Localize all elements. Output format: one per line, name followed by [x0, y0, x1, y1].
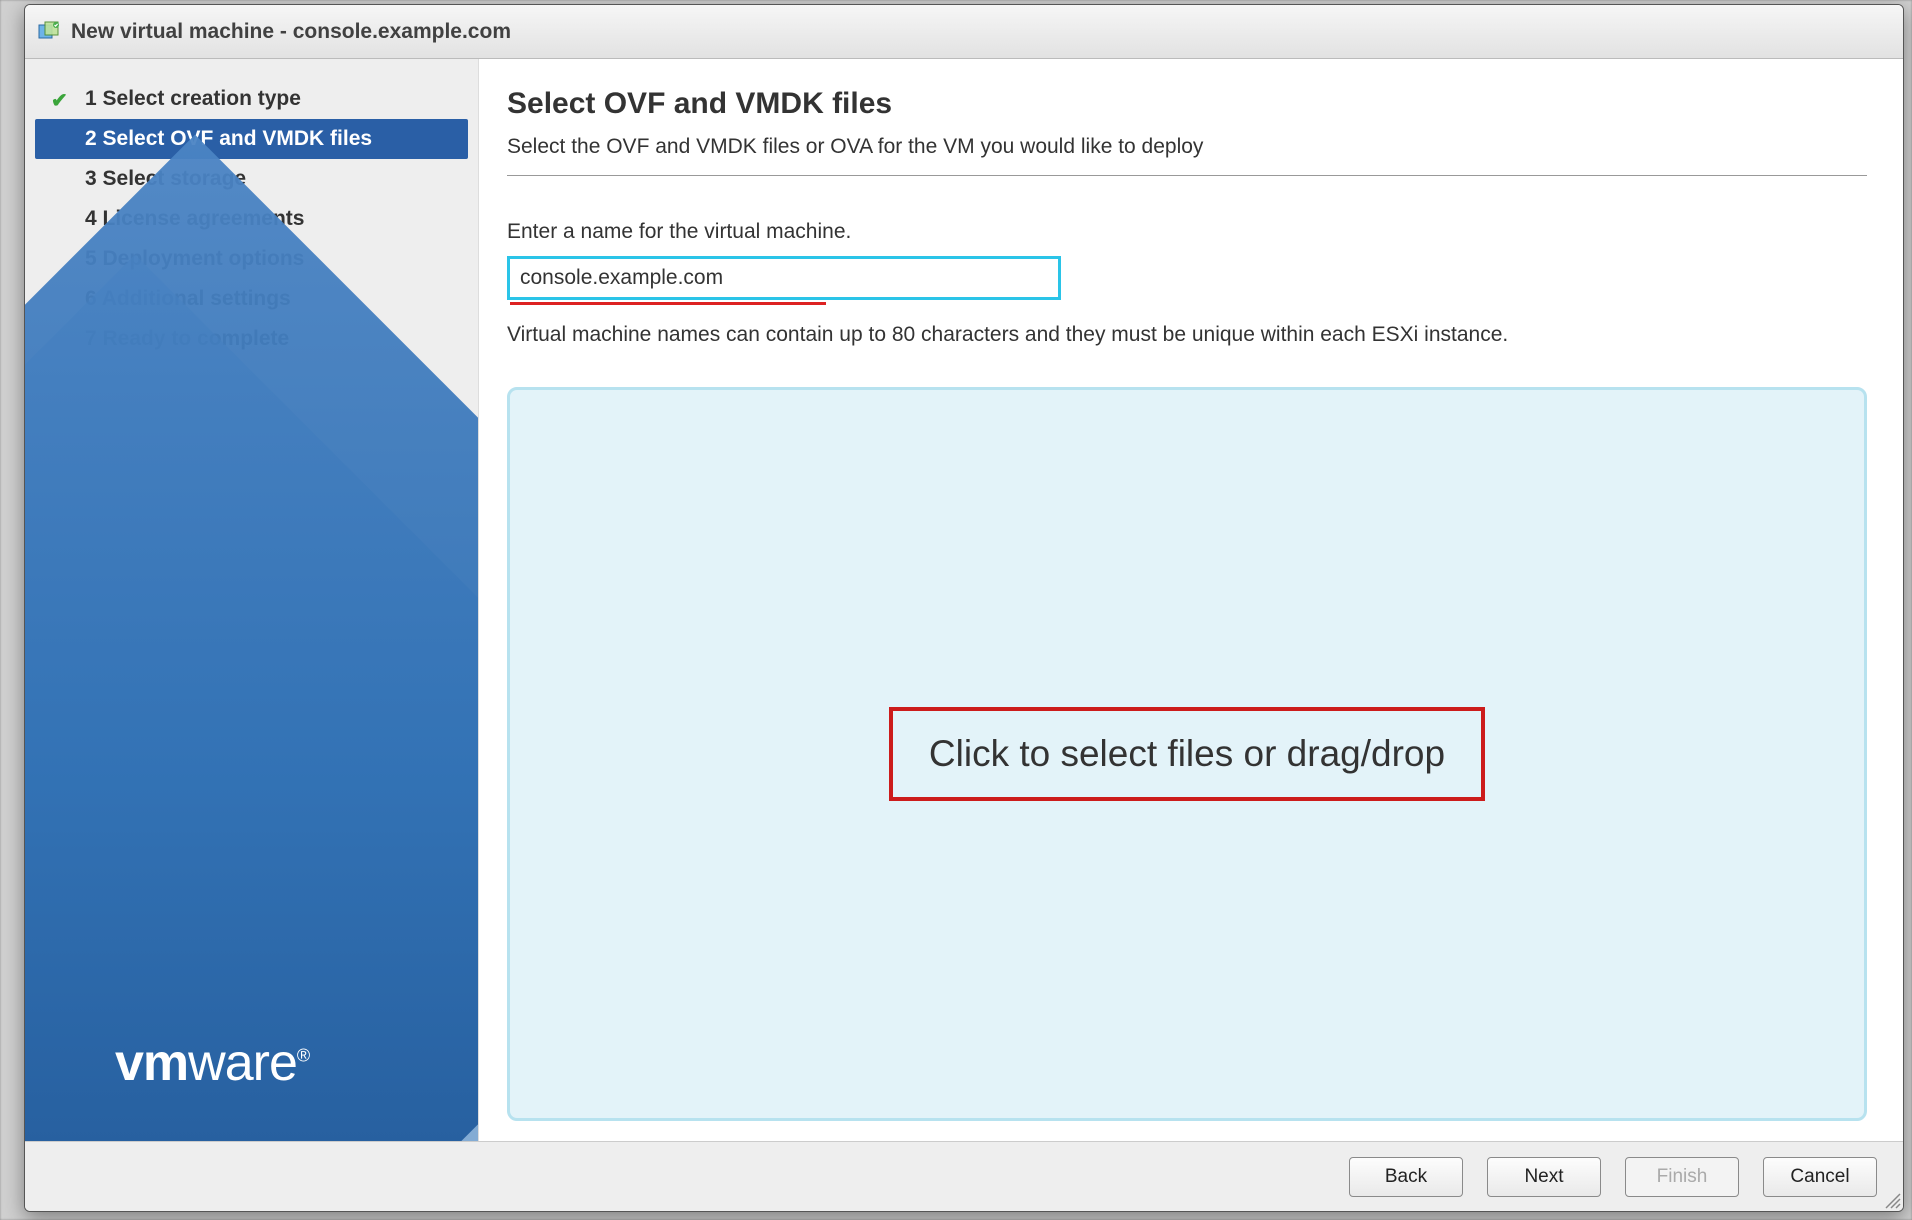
dropzone-label: Click to select files or drag/drop — [889, 707, 1485, 801]
wizard-content: Select OVF and VMDK files Select the OVF… — [479, 59, 1903, 1141]
spellcheck-underline — [510, 302, 826, 305]
cancel-button[interactable]: Cancel — [1763, 1157, 1877, 1197]
vm-name-label: Enter a name for the virtual machine. — [507, 220, 1867, 244]
back-button[interactable]: Back — [1349, 1157, 1463, 1197]
finish-button: Finish — [1625, 1157, 1739, 1197]
vm-icon — [37, 20, 61, 44]
dialog-title: New virtual machine - console.example.co… — [71, 20, 511, 44]
vmware-logo: vmware® — [115, 1033, 309, 1093]
page-heading: Select OVF and VMDK files — [507, 87, 1867, 121]
page-subtitle: Select the OVF and VMDK files or OVA for… — [507, 135, 1867, 176]
step-2-select-ovf-vmdk[interactable]: 2 Select OVF and VMDK files — [35, 119, 468, 159]
step-1-select-creation-type[interactable]: 1 Select creation type — [25, 79, 478, 119]
next-button[interactable]: Next — [1487, 1157, 1601, 1197]
new-vm-dialog: New virtual machine - console.example.co… — [24, 4, 1904, 1212]
vm-name-input[interactable] — [507, 256, 1061, 300]
dialog-titlebar[interactable]: New virtual machine - console.example.co… — [25, 5, 1903, 59]
file-dropzone[interactable]: Click to select files or drag/drop — [507, 387, 1867, 1121]
wizard-sidebar: 1 Select creation type 2 Select OVF and … — [25, 59, 479, 1141]
dialog-footer: Back Next Finish Cancel — [25, 1141, 1903, 1211]
resize-grip-icon[interactable] — [1885, 1193, 1901, 1209]
vm-name-hint: Virtual machine names can contain up to … — [507, 323, 1867, 347]
dialog-body: 1 Select creation type 2 Select OVF and … — [25, 59, 1903, 1141]
